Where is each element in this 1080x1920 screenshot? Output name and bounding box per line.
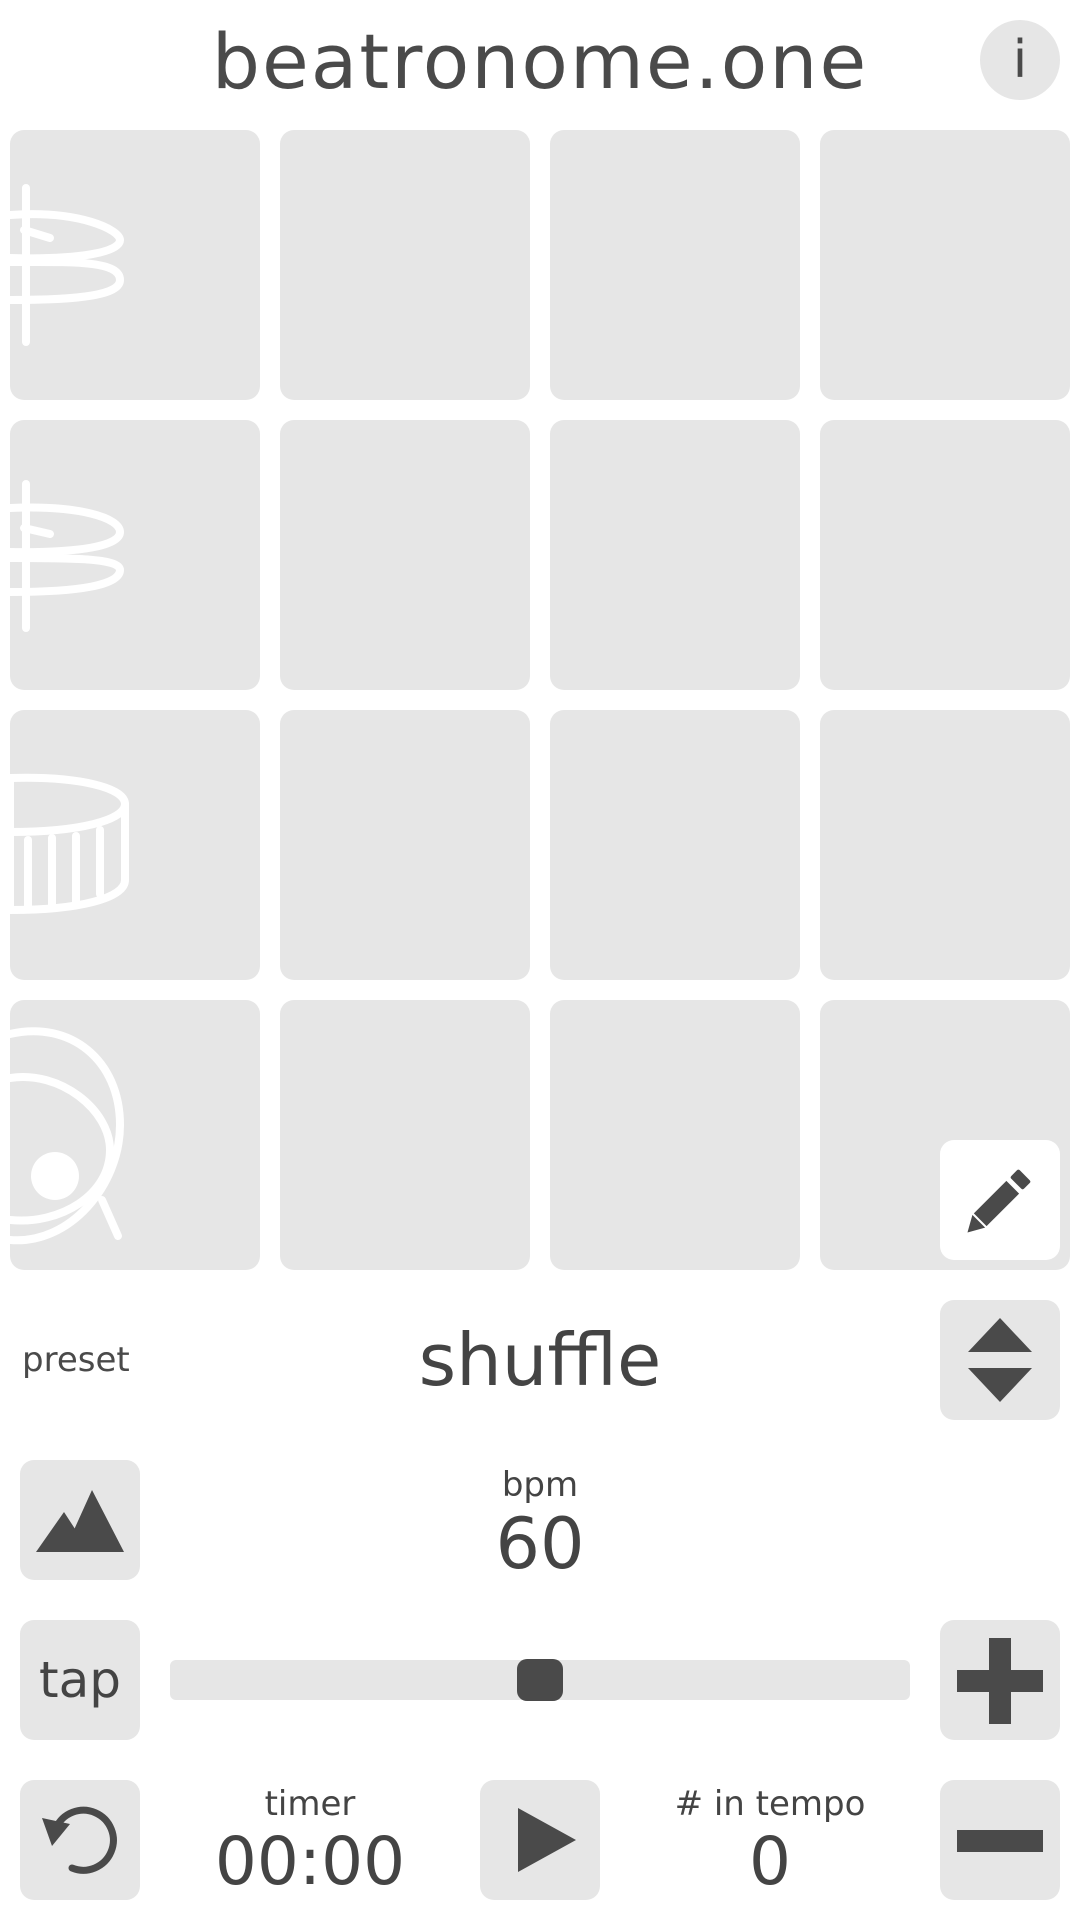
edit-button[interactable] bbox=[940, 1140, 1060, 1260]
reset-button[interactable] bbox=[20, 1780, 140, 1900]
grid-cell-cymbal-instrument[interactable] bbox=[10, 130, 260, 400]
bpm-value: 60 bbox=[495, 1503, 585, 1585]
tap-button[interactable]: tap bbox=[20, 1620, 140, 1740]
up-down-arrows-icon bbox=[968, 1318, 1032, 1402]
grid-cell[interactable] bbox=[550, 420, 800, 690]
grid-cell[interactable] bbox=[280, 130, 530, 400]
timer-value: 00:00 bbox=[214, 1823, 406, 1900]
bpm-slider-thumb[interactable] bbox=[517, 1659, 563, 1701]
play-button[interactable] bbox=[480, 1780, 600, 1900]
hihat-icon bbox=[10, 480, 125, 632]
minus-icon bbox=[957, 1830, 1043, 1852]
decrease-bpm-button[interactable] bbox=[940, 1780, 1060, 1900]
timer-label: timer bbox=[264, 1784, 356, 1824]
grid-cell-bass-drum-instrument[interactable] bbox=[10, 1000, 260, 1270]
in-tempo-value: 0 bbox=[749, 1823, 791, 1900]
undo-icon bbox=[42, 1806, 117, 1874]
app-title: beatronome.one bbox=[211, 17, 869, 106]
bass-drum-icon bbox=[10, 1027, 125, 1245]
accent-button[interactable] bbox=[20, 1460, 140, 1580]
pencil-icon bbox=[967, 1169, 1031, 1233]
info-button[interactable]: i bbox=[980, 20, 1060, 100]
preset-label: preset bbox=[22, 1340, 130, 1380]
plus-icon bbox=[957, 1638, 1043, 1724]
grid-cell-hihat-instrument[interactable] bbox=[10, 420, 260, 690]
snare-drum-icon bbox=[10, 773, 130, 914]
grid-cell-snare-instrument[interactable] bbox=[10, 710, 260, 980]
grid-cell[interactable] bbox=[550, 1000, 800, 1270]
tap-label: tap bbox=[39, 1651, 121, 1709]
grid-cell[interactable] bbox=[550, 710, 800, 980]
increase-bpm-button[interactable] bbox=[940, 1620, 1060, 1740]
grid-cell[interactable] bbox=[820, 130, 1070, 400]
play-icon bbox=[518, 1808, 576, 1872]
grid-cell[interactable] bbox=[280, 1000, 530, 1270]
bpm-slider[interactable] bbox=[170, 1659, 910, 1701]
grid-cell[interactable] bbox=[280, 420, 530, 690]
mountains-icon bbox=[36, 1490, 124, 1552]
grid-cell[interactable] bbox=[820, 710, 1070, 980]
grid-cell[interactable] bbox=[550, 130, 800, 400]
in-tempo-label: # in tempo bbox=[674, 1784, 866, 1824]
grid-cell[interactable] bbox=[820, 420, 1070, 690]
preset-selector-button[interactable] bbox=[940, 1300, 1060, 1420]
grid-cell[interactable] bbox=[280, 710, 530, 980]
cymbal-icon bbox=[10, 184, 125, 346]
preset-name[interactable]: shuffle bbox=[300, 1305, 780, 1415]
